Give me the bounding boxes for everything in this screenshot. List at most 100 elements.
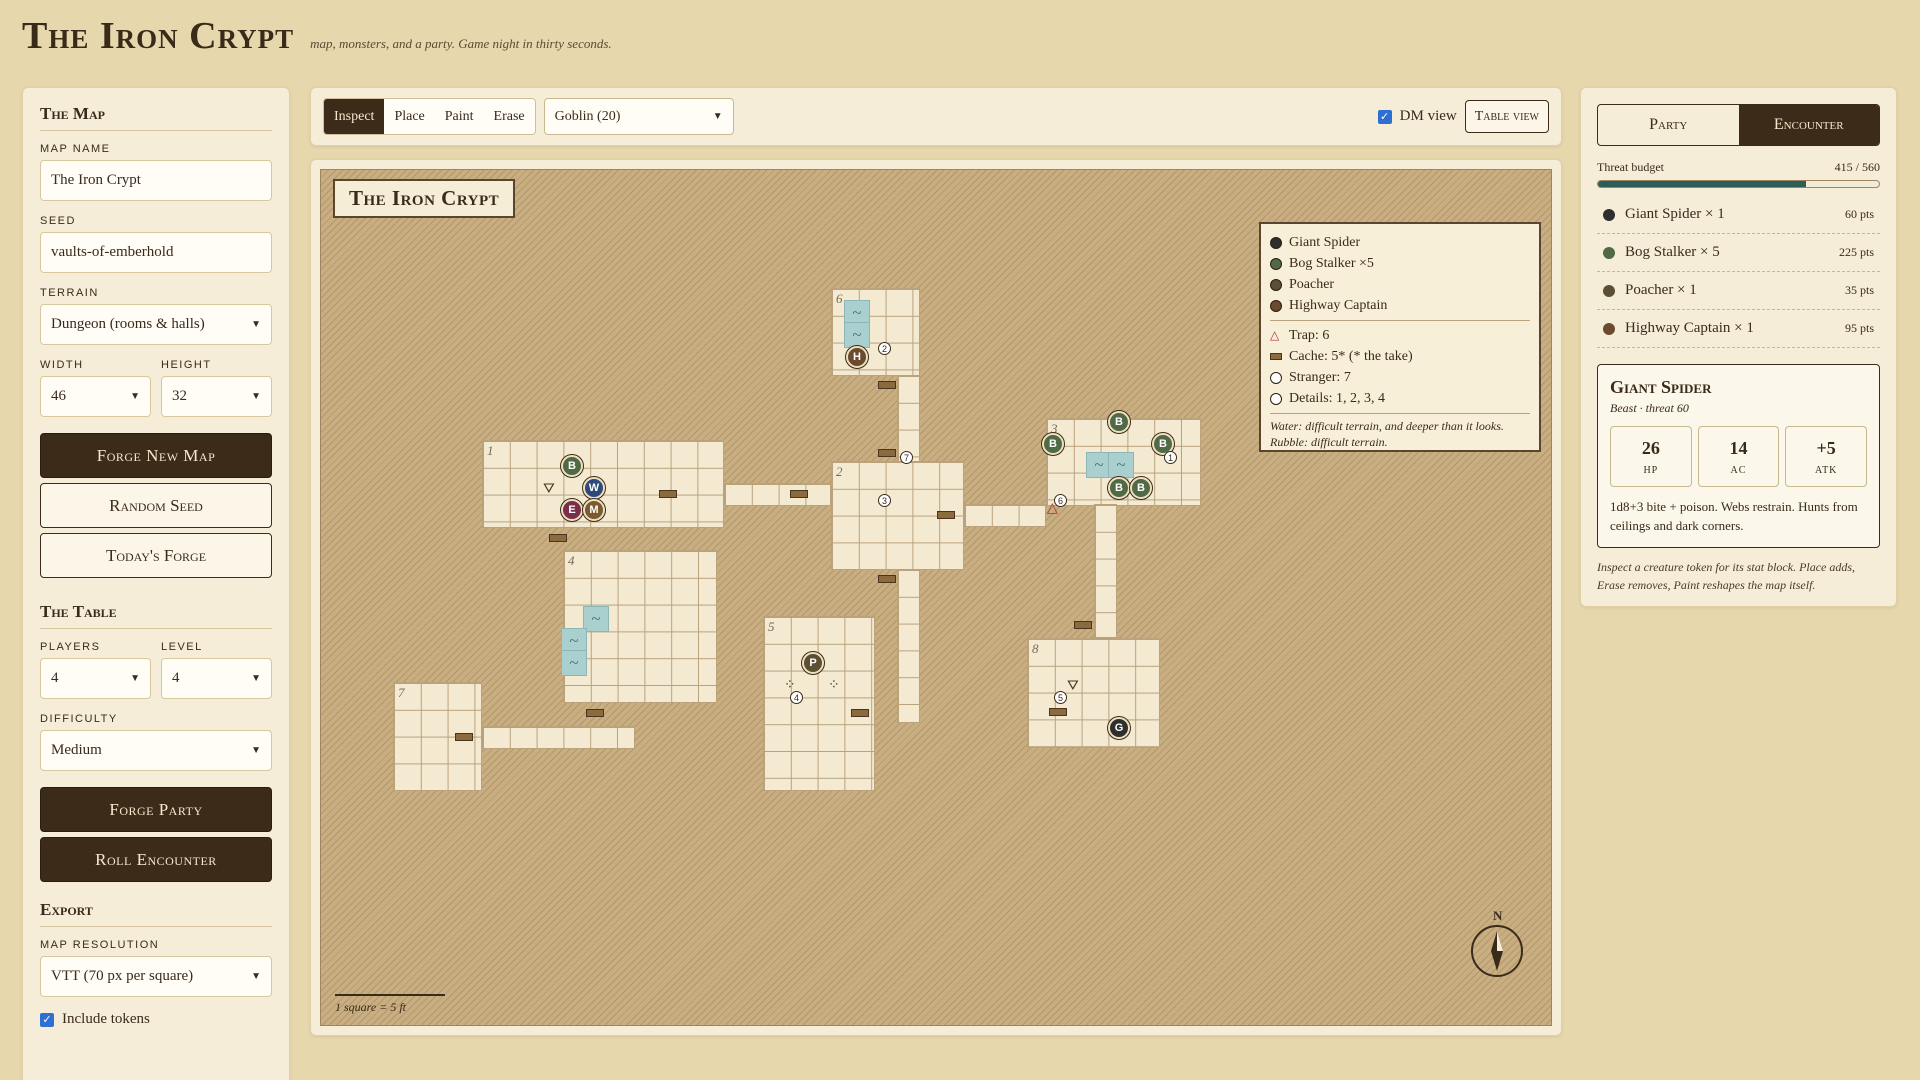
chevron-down-icon: ▼ bbox=[251, 673, 261, 684]
legend-item: Cache: 5* (* the take) bbox=[1270, 346, 1530, 367]
creature-dot-icon bbox=[1270, 257, 1282, 270]
dungeon-map[interactable]: The Iron Crypt 1 2 3 4 5 6 7 8 ~ ~ ~ ~ ~… bbox=[320, 169, 1552, 1026]
room-number: 2 bbox=[836, 464, 843, 479]
threat-budget-value: 415 / 560 bbox=[1834, 160, 1880, 174]
detail-marker[interactable]: 3 bbox=[878, 494, 891, 507]
giant-spider-token[interactable]: G bbox=[1108, 717, 1130, 739]
threat-budget-bar bbox=[1597, 180, 1880, 188]
roll-encounter-button[interactable]: Roll Encounter bbox=[40, 837, 272, 882]
map-legend: Giant Spider Bog Stalker ×5 Poacher High… bbox=[1259, 222, 1541, 452]
map-name-input[interactable]: The Iron Crypt bbox=[40, 160, 272, 201]
resolution-value: VTT (70 px per square) bbox=[51, 968, 194, 984]
rubble-icon: ⁘ bbox=[828, 678, 840, 693]
terrain-label: Terrain bbox=[40, 287, 99, 299]
detail-marker[interactable]: 2 bbox=[878, 342, 891, 355]
chest-icon: ⛛ bbox=[543, 482, 555, 497]
encounter-row[interactable]: Poacher × 1 35 pts bbox=[1597, 272, 1880, 310]
forge-party-button[interactable]: Forge Party bbox=[40, 787, 272, 832]
tab-party[interactable]: Party bbox=[1598, 105, 1739, 145]
terrain-select[interactable]: Dungeon (rooms & halls) ▼ bbox=[40, 304, 272, 345]
map-toolbar: Inspect Place Paint Erase Goblin (20) ▼ ✓… bbox=[310, 87, 1562, 146]
bog-stalker-token[interactable]: B bbox=[561, 455, 583, 477]
encounter-row[interactable]: Highway Captain × 1 95 pts bbox=[1597, 310, 1880, 348]
creature-dot-icon bbox=[1603, 246, 1615, 259]
creature-dot-icon bbox=[1270, 236, 1282, 249]
level-select[interactable]: 4 ▼ bbox=[161, 658, 272, 699]
seed-label: Seed bbox=[40, 215, 76, 227]
mode-erase[interactable]: Erase bbox=[484, 99, 535, 134]
table-section-title: The Table bbox=[40, 602, 272, 629]
door bbox=[937, 511, 955, 519]
random-seed-button[interactable]: Random Seed bbox=[40, 483, 272, 528]
wizard-token[interactable]: W bbox=[583, 477, 605, 499]
resolution-select[interactable]: VTT (70 px per square) ▼ bbox=[40, 956, 272, 997]
bog-stalker-token[interactable]: B bbox=[1108, 411, 1130, 433]
difficulty-select[interactable]: Medium ▼ bbox=[40, 730, 272, 771]
bog-stalker-token[interactable]: B bbox=[1130, 477, 1152, 499]
legend-item: Details: 1, 2, 3, 4 bbox=[1270, 388, 1530, 409]
encounter-row[interactable]: Bog Stalker × 5 225 pts bbox=[1597, 234, 1880, 272]
encounter-points: 35 pts bbox=[1844, 283, 1874, 297]
door bbox=[455, 733, 473, 741]
detail-marker[interactable]: 7 bbox=[900, 451, 913, 464]
bog-stalker-token[interactable]: B bbox=[1042, 433, 1064, 455]
encounter-points: 225 pts bbox=[1838, 245, 1874, 259]
stat-subtitle: Beast · threat 60 bbox=[1610, 401, 1689, 415]
legend-label: Bog Stalker ×5 bbox=[1289, 255, 1374, 271]
seed-input[interactable]: vaults-of-emberhold bbox=[40, 232, 272, 273]
bog-stalker-token[interactable]: B bbox=[1108, 477, 1130, 499]
detail-marker[interactable]: 4 bbox=[790, 691, 803, 704]
height-select[interactable]: 32 ▼ bbox=[161, 376, 272, 417]
detail-marker[interactable]: 1 bbox=[1164, 451, 1177, 464]
creature-dot-icon bbox=[1603, 208, 1615, 221]
panel-tabs: Party Encounter bbox=[1597, 104, 1880, 146]
detail-marker[interactable]: 5 bbox=[1054, 691, 1067, 704]
mode-place[interactable]: Place bbox=[384, 99, 434, 134]
encounter-row[interactable]: Giant Spider × 1 60 pts bbox=[1597, 196, 1880, 234]
monk-token[interactable]: M bbox=[583, 499, 605, 521]
tab-encounter[interactable]: Encounter bbox=[1738, 105, 1879, 145]
width-select[interactable]: 46 ▼ bbox=[40, 376, 151, 417]
room-number: 8 bbox=[1032, 641, 1039, 656]
checkmark-icon: ✓ bbox=[1377, 109, 1392, 124]
dm-view-checkbox[interactable]: ✓ DM view bbox=[1377, 108, 1457, 125]
forge-map-button[interactable]: Forge New Map bbox=[40, 433, 272, 478]
legend-item: Highway Captain bbox=[1270, 295, 1530, 316]
poacher-token[interactable]: P bbox=[802, 652, 824, 674]
ac-box: 14 AC bbox=[1697, 426, 1780, 487]
hp-label: HP bbox=[1643, 464, 1659, 476]
controls-panel: The Map Map Name The Iron Crypt Seed vau… bbox=[22, 87, 290, 1080]
width-value: 46 bbox=[51, 388, 66, 404]
cache-icon bbox=[1270, 353, 1282, 360]
atk-value: +5 bbox=[1816, 437, 1836, 458]
chevron-down-icon: ▼ bbox=[130, 673, 140, 684]
include-tokens-checkbox[interactable]: ✓ Include tokens bbox=[40, 1011, 272, 1028]
chevron-down-icon: ▼ bbox=[251, 971, 261, 982]
dm-view-label: DM view bbox=[1399, 108, 1457, 124]
detail-marker[interactable]: 6 bbox=[1054, 494, 1067, 507]
chevron-down-icon: ▼ bbox=[251, 745, 261, 756]
stat-boxes: 26 HP 14 AC +5 ATK bbox=[1610, 426, 1868, 487]
elf-token[interactable]: E bbox=[561, 499, 583, 521]
todays-forge-button[interactable]: Today's Forge bbox=[40, 533, 272, 578]
table-view-button[interactable]: Table view bbox=[1464, 100, 1549, 133]
encounter-name: Poacher × 1 bbox=[1625, 282, 1697, 298]
legend-label: Giant Spider bbox=[1289, 234, 1361, 250]
mode-paint[interactable]: Paint bbox=[435, 99, 484, 134]
ac-value: 14 bbox=[1729, 437, 1748, 458]
terrain-value: Dungeon (rooms & halls) bbox=[51, 316, 205, 332]
corridor bbox=[1094, 504, 1117, 638]
room-number: 4 bbox=[568, 553, 575, 568]
creature-dot-icon bbox=[1603, 322, 1615, 335]
include-tokens-label: Include tokens bbox=[62, 1011, 150, 1027]
highway-captain-token[interactable]: H bbox=[846, 346, 868, 368]
mode-inspect[interactable]: Inspect bbox=[324, 99, 385, 134]
atk-box: +5 ATK bbox=[1785, 426, 1868, 487]
creature-dot-icon bbox=[1270, 299, 1282, 312]
export-section-title: Export bbox=[40, 900, 272, 927]
creature-select[interactable]: Goblin (20) ▼ bbox=[543, 98, 734, 135]
detail-icon bbox=[1270, 392, 1282, 405]
players-select[interactable]: 4 ▼ bbox=[40, 658, 151, 699]
water-tile: ~ bbox=[844, 322, 870, 348]
ac-label: AC bbox=[1730, 464, 1747, 476]
